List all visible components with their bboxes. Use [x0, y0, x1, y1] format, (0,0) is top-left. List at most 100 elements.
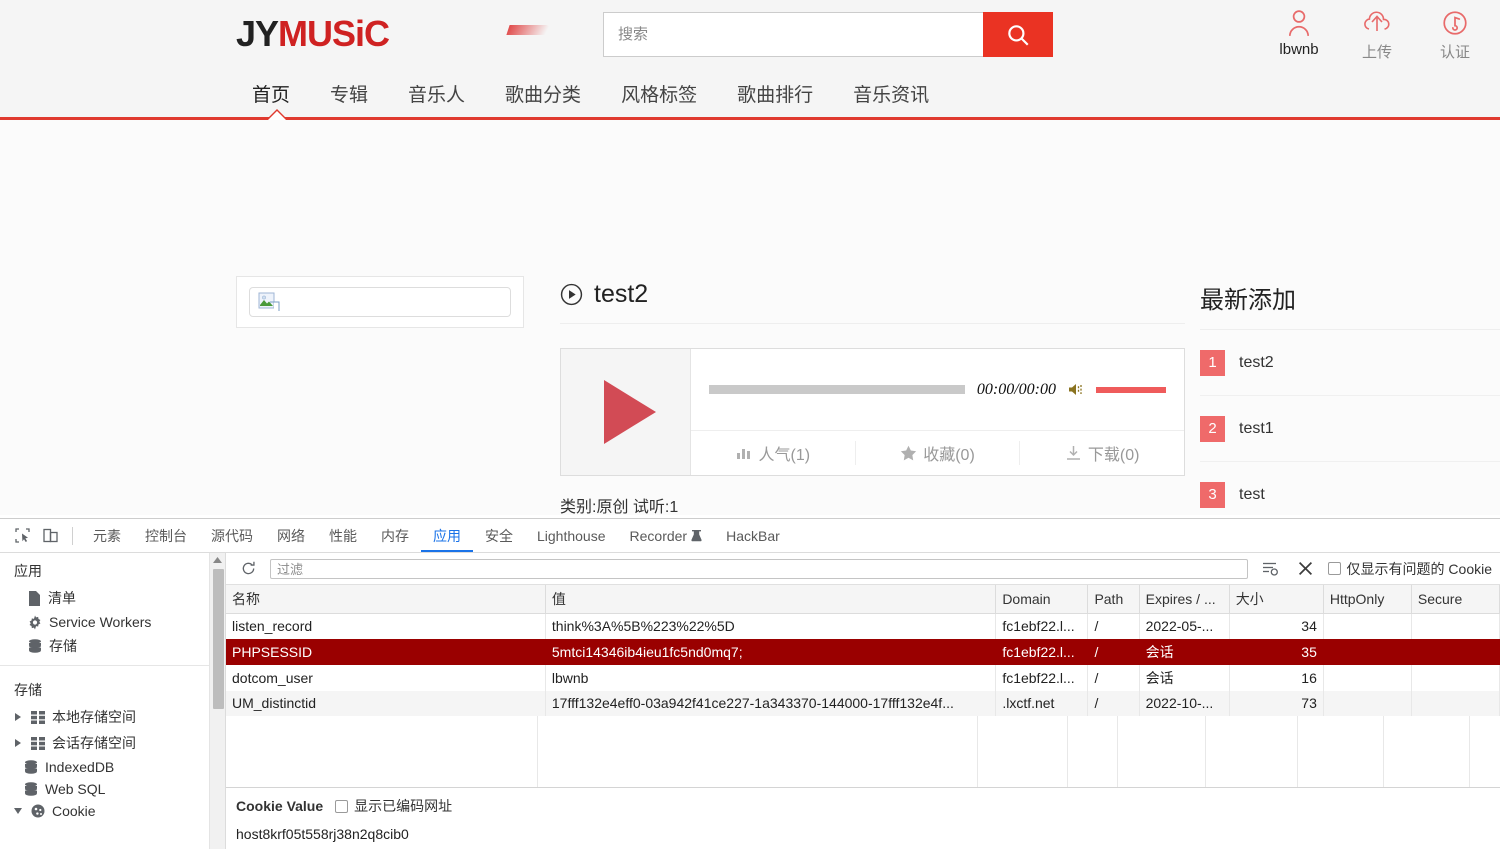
latest-added-title: 最新添加: [1200, 280, 1500, 330]
cookie-value-text: host8krf05t558rj38n2q8cib0: [236, 826, 409, 842]
filter-input[interactable]: 过滤: [270, 558, 1248, 579]
tab-hackbar[interactable]: HackBar: [714, 519, 792, 552]
cell-value: lbwnb: [545, 664, 997, 691]
rank-badge: 2: [1200, 415, 1225, 442]
cookie-table: 名称 值 Domain Path Expires / ... 大小 HttpOn…: [226, 585, 1500, 787]
sidebar-item-storage[interactable]: 存储: [0, 633, 225, 659]
column-header-size[interactable]: 大小: [1229, 585, 1324, 614]
grid-icon: [31, 736, 45, 750]
search-button[interactable]: [983, 12, 1053, 57]
clear-filter-button[interactable]: [1256, 556, 1284, 582]
nav-item-style-tags[interactable]: 风格标签: [621, 70, 697, 117]
tab-sources[interactable]: 源代码: [199, 519, 265, 552]
nav-item-charts[interactable]: 歌曲排行: [737, 70, 813, 117]
cell-httponly: [1323, 664, 1412, 691]
player-cover[interactable]: [561, 349, 691, 475]
header-action-upload[interactable]: 上传: [1350, 6, 1404, 62]
sidebar-item-session-storage[interactable]: 会话存储空间: [0, 730, 225, 756]
column-header-path[interactable]: Path: [1087, 585, 1140, 614]
device-toolbar-button[interactable]: [36, 523, 64, 549]
stat-popularity[interactable]: 人气(1): [691, 441, 855, 465]
cell-path: /: [1087, 664, 1140, 691]
toolbar-divider: [72, 526, 73, 545]
nav-item-artists[interactable]: 音乐人: [408, 70, 465, 117]
stat-downloads[interactable]: 下载(0): [1019, 441, 1184, 465]
inspect-element-icon: [14, 528, 30, 543]
list-item[interactable]: 3 test: [1200, 462, 1500, 518]
rank-badge: 3: [1200, 481, 1225, 508]
stat-favorites[interactable]: 收藏(0): [854, 441, 1020, 465]
sidebar-item-service-workers[interactable]: Service Workers: [0, 611, 225, 633]
sidebar-item-label: Web SQL: [45, 781, 106, 797]
list-item[interactable]: 1 test2: [1200, 330, 1500, 396]
show-url-decoded-checkbox[interactable]: 显示已编码网址: [335, 796, 452, 816]
column-header-httponly[interactable]: HttpOnly: [1323, 585, 1412, 614]
refresh-button[interactable]: [234, 556, 262, 582]
chevron-right-icon[interactable]: [12, 739, 24, 747]
web-page: JYMUSiC lbwnb: [0, 0, 1500, 518]
tab-memory[interactable]: 内存: [369, 519, 421, 552]
volume-bar[interactable]: [1096, 386, 1166, 393]
table-row[interactable]: UM_distinctid 17fff132e4eff0-03a942f41ce…: [226, 690, 1500, 716]
header-action-user[interactable]: lbwnb: [1272, 6, 1326, 62]
column-header-expires[interactable]: Expires / ...: [1139, 585, 1230, 614]
volume-icon[interactable]: [1068, 382, 1084, 397]
nav-item-home[interactable]: 首页: [252, 70, 290, 117]
tab-performance[interactable]: 性能: [317, 519, 369, 552]
sidebar-item-local-storage[interactable]: 本地存储空间: [0, 704, 225, 730]
cloud-upload-icon: [1350, 6, 1404, 40]
chevron-right-icon[interactable]: [12, 713, 24, 721]
player-controls: 00:00/00:00: [691, 349, 1184, 431]
clear-all-button[interactable]: [1292, 556, 1320, 582]
sidebar-item-label: IndexedDB: [45, 759, 115, 775]
column-header-value[interactable]: 值: [545, 585, 997, 614]
database-icon: [25, 781, 37, 796]
checkbox-box: [335, 799, 349, 813]
tab-application[interactable]: 应用: [421, 519, 473, 552]
tab-recorder[interactable]: Recorder: [618, 519, 715, 552]
inspect-element-button[interactable]: [8, 523, 36, 549]
sidebar-scrollbar[interactable]: [209, 553, 225, 849]
play-circle-icon[interactable]: [560, 283, 583, 306]
cell-name: dotcom_user: [226, 664, 546, 691]
song-category-line: 类别:原创 试听:1: [560, 499, 679, 516]
song-title-row: test2: [560, 280, 1185, 324]
nav-item-news[interactable]: 音乐资讯: [853, 70, 929, 117]
tab-network[interactable]: 网络: [265, 519, 317, 552]
list-item[interactable]: 2 test1: [1200, 396, 1500, 462]
player-stats: 人气(1) 收藏(0) 下载(0): [691, 431, 1184, 475]
cookie-toolbar: 过滤 仅显示有问题的 Cookie: [226, 553, 1500, 585]
nav-item-albums[interactable]: 专辑: [330, 70, 368, 117]
table-row[interactable]: PHPSESSID 5mtci14346ib4ieu1fc5nd0mq7; fc…: [226, 638, 1500, 665]
cell-expires: 2022-10-...: [1139, 690, 1230, 716]
tab-console[interactable]: 控制台: [133, 519, 199, 552]
sidebar-item-label: 本地存储空间: [52, 709, 136, 725]
sidebar-item-web-sql[interactable]: Web SQL: [0, 778, 225, 800]
column-header-name[interactable]: 名称: [226, 585, 546, 614]
progress-bar[interactable]: [709, 385, 965, 394]
sidebar-item-manifest[interactable]: 清单: [0, 585, 225, 611]
search-input[interactable]: [603, 12, 983, 57]
tab-elements[interactable]: 元素: [81, 519, 133, 552]
nav-item-categories[interactable]: 歌曲分类: [505, 70, 581, 117]
tab-security[interactable]: 安全: [473, 519, 525, 552]
column-header-domain[interactable]: Domain: [995, 585, 1089, 614]
cell-size: 16: [1229, 664, 1324, 691]
database-icon: [29, 638, 41, 653]
cell-httponly: [1323, 613, 1412, 639]
column-header-secure[interactable]: Secure: [1411, 585, 1500, 614]
sidebar-item-indexeddb[interactable]: IndexedDB: [0, 756, 225, 778]
only-problematic-cookies-checkbox[interactable]: 仅显示有问题的 Cookie: [1327, 559, 1492, 579]
chevron-down-icon[interactable]: [12, 807, 24, 815]
cell-size: 73: [1229, 690, 1324, 716]
table-row[interactable]: dotcom_user lbwnb fc1ebf22.l... / 会话 16: [226, 664, 1500, 691]
scrollbar-thumb[interactable]: [213, 569, 224, 709]
header-action-verify[interactable]: 认证: [1428, 6, 1482, 62]
site-logo[interactable]: JYMUSiC: [236, 12, 552, 56]
scroll-up-arrow-icon[interactable]: [210, 553, 225, 567]
cell-value: 17fff132e4eff0-03a942f41ce227-1a343370-1…: [545, 690, 997, 716]
download-icon: [1066, 446, 1080, 460]
tab-lighthouse[interactable]: Lighthouse: [525, 519, 618, 552]
table-row[interactable]: listen_record think%3A%5B%223%22%5D fc1e…: [226, 613, 1500, 639]
sidebar-item-cookie[interactable]: Cookie: [0, 800, 225, 822]
